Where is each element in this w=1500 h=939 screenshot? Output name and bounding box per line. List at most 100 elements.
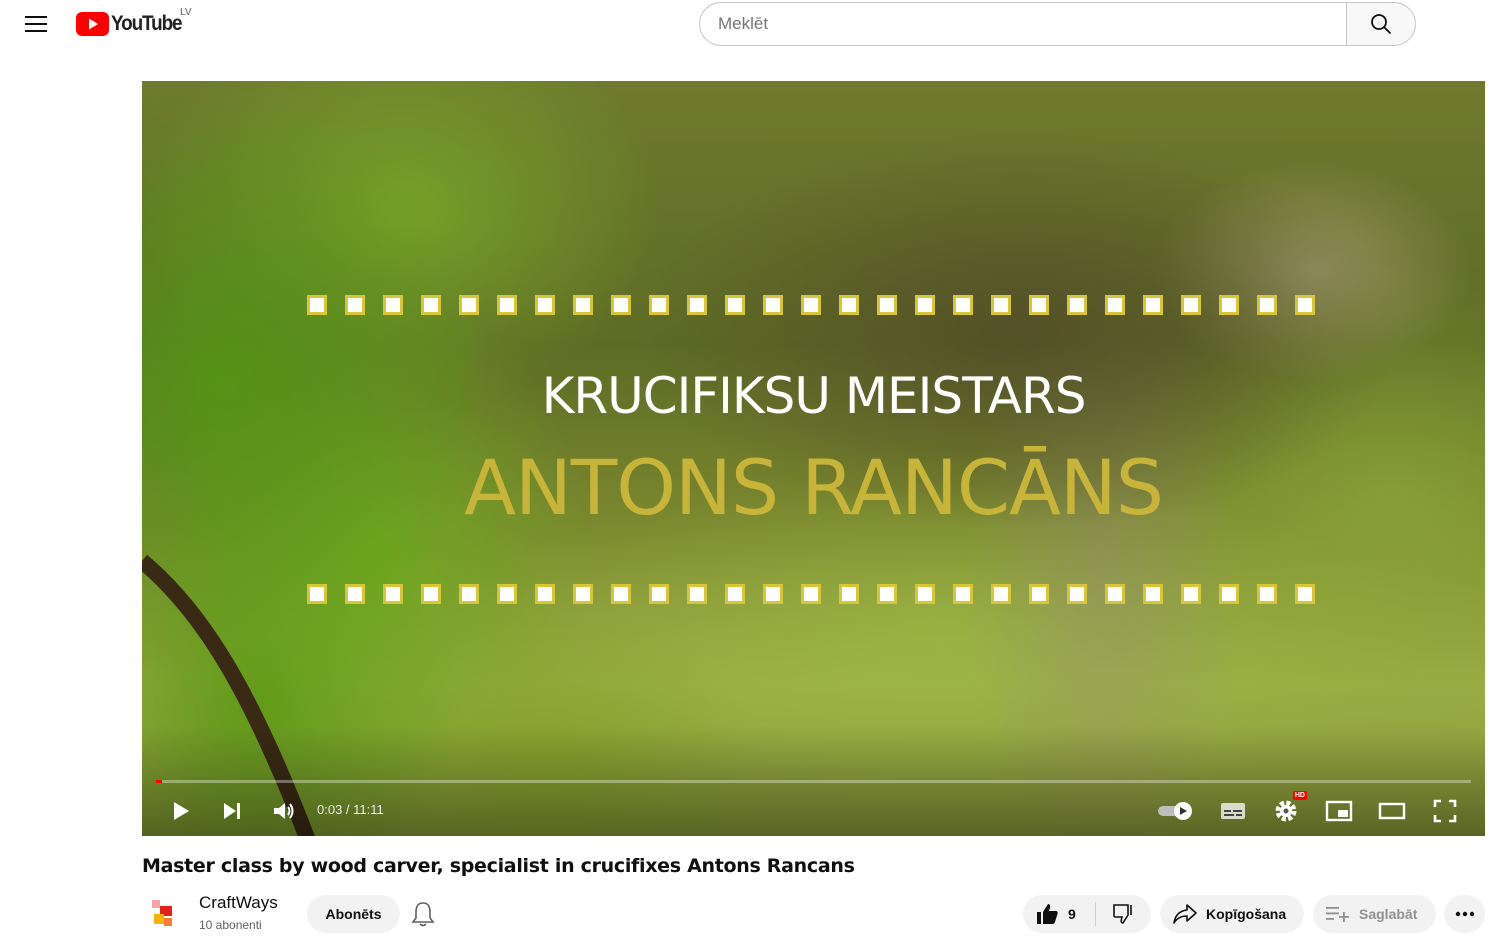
miniplayer-button[interactable]	[1322, 793, 1356, 829]
gear-icon	[1275, 800, 1297, 822]
film-strip-square	[877, 584, 897, 604]
progress-bar[interactable]	[156, 780, 1471, 783]
film-strip-square	[1029, 295, 1049, 315]
film-strip-square	[535, 295, 555, 315]
autoplay-toggle[interactable]	[1154, 793, 1198, 829]
play-button[interactable]	[164, 793, 198, 829]
film-strip-square	[1181, 295, 1201, 315]
film-strip-square	[1295, 295, 1315, 315]
film-strip-square	[497, 295, 517, 315]
save-button[interactable]: Saglabāt	[1313, 895, 1436, 933]
channel-avatar[interactable]	[150, 898, 176, 928]
volume-button[interactable]	[267, 793, 301, 829]
film-strip-square	[953, 584, 973, 604]
autoplay-toggle-icon	[1158, 802, 1192, 820]
dislike-button[interactable]	[1096, 895, 1150, 933]
film-strip-square	[611, 295, 631, 315]
video-player[interactable]: KRUCIFIKSU MEISTARS ANTONS RANCĀNS 0:03 …	[142, 81, 1485, 836]
subtitles-icon	[1221, 803, 1245, 819]
share-button[interactable]: Kopīgošana	[1160, 895, 1304, 933]
youtube-logo[interactable]: YouTube	[76, 12, 189, 36]
film-strip-square	[991, 295, 1011, 315]
like-dislike-group: 9	[1023, 895, 1151, 933]
film-strip-square	[763, 295, 783, 315]
film-strip-square	[1143, 295, 1163, 315]
play-icon	[174, 802, 189, 820]
fullscreen-button[interactable]	[1428, 793, 1462, 829]
theater-mode-button[interactable]	[1375, 793, 1409, 829]
notification-bell-icon[interactable]	[410, 900, 436, 928]
next-icon	[224, 803, 240, 819]
hamburger-icon	[25, 16, 47, 32]
miniplayer-icon	[1325, 800, 1353, 822]
region-code: LV	[180, 7, 192, 18]
film-strip-square	[1257, 295, 1277, 315]
overlay-title-line1: KRUCIFIKSU MEISTARS	[541, 367, 1087, 425]
guide-menu-button[interactable]	[20, 8, 52, 40]
film-strip-square	[383, 584, 403, 604]
thumbs-down-icon	[1113, 904, 1132, 924]
thumbs-up-icon	[1037, 904, 1058, 924]
fullscreen-icon	[1433, 799, 1457, 823]
film-strip-square	[1219, 295, 1239, 315]
film-strip-square	[725, 584, 745, 604]
film-strip-square	[611, 584, 631, 604]
film-strip-square	[801, 584, 821, 604]
film-strip-square	[307, 584, 327, 604]
film-strip-square	[915, 295, 935, 315]
film-strip-square	[763, 584, 783, 604]
film-strip-square	[1295, 584, 1315, 604]
subscribed-button[interactable]: Abonēts	[307, 895, 400, 933]
film-strip-square	[1219, 584, 1239, 604]
film-strip-square	[345, 584, 365, 604]
film-strip-square	[421, 584, 441, 604]
overlay-title-line2: ANTONS RANCĀNS	[463, 443, 1164, 532]
film-strip-square	[839, 295, 859, 315]
film-strip-bottom	[307, 584, 1315, 604]
progress-played	[156, 780, 162, 783]
subtitles-button[interactable]	[1216, 793, 1250, 829]
hd-badge: HD	[1292, 791, 1307, 800]
film-strip-square	[839, 584, 859, 604]
save-playlist-icon	[1326, 907, 1349, 922]
film-strip-square	[649, 584, 669, 604]
settings-button[interactable]: HD	[1269, 791, 1307, 829]
search-button[interactable]	[1346, 2, 1416, 46]
film-strip-top	[307, 295, 1315, 315]
film-strip-square	[1029, 584, 1049, 604]
film-strip-square	[1067, 295, 1087, 315]
video-title: Master class by wood carver, specialist …	[142, 855, 855, 877]
more-actions-button[interactable]	[1444, 895, 1485, 933]
film-strip-square	[421, 295, 441, 315]
film-strip-square	[459, 584, 479, 604]
film-strip-square	[953, 295, 973, 315]
film-strip-square	[1143, 584, 1163, 604]
film-strip-square	[687, 584, 707, 604]
like-count: 9	[1068, 906, 1076, 922]
film-strip-square	[1067, 584, 1087, 604]
film-strip-square	[991, 584, 1011, 604]
film-strip-square	[497, 584, 517, 604]
film-strip-square	[573, 584, 593, 604]
subscribed-label: Abonēts	[325, 906, 382, 922]
subscriber-count: 10 abonenti	[199, 918, 262, 932]
time-display: 0:03 / 11:11	[317, 802, 384, 817]
channel-name[interactable]: CraftWays	[199, 893, 278, 913]
save-label: Saglabāt	[1359, 906, 1418, 922]
next-button[interactable]	[215, 793, 249, 829]
film-strip-square	[801, 295, 821, 315]
share-label: Kopīgošana	[1206, 906, 1287, 922]
film-strip-square	[725, 295, 745, 315]
theater-mode-icon	[1378, 802, 1406, 820]
film-strip-square	[687, 295, 707, 315]
search-icon	[1371, 14, 1392, 35]
like-button[interactable]: 9	[1023, 895, 1095, 933]
masthead: YouTube LV	[0, 0, 1500, 56]
film-strip-square	[383, 295, 403, 315]
search-input[interactable]	[699, 2, 1346, 46]
film-strip-square	[1105, 295, 1125, 315]
film-strip-square	[535, 584, 555, 604]
film-strip-square	[1181, 584, 1201, 604]
film-strip-square	[307, 295, 327, 315]
search-bar	[699, 2, 1416, 46]
